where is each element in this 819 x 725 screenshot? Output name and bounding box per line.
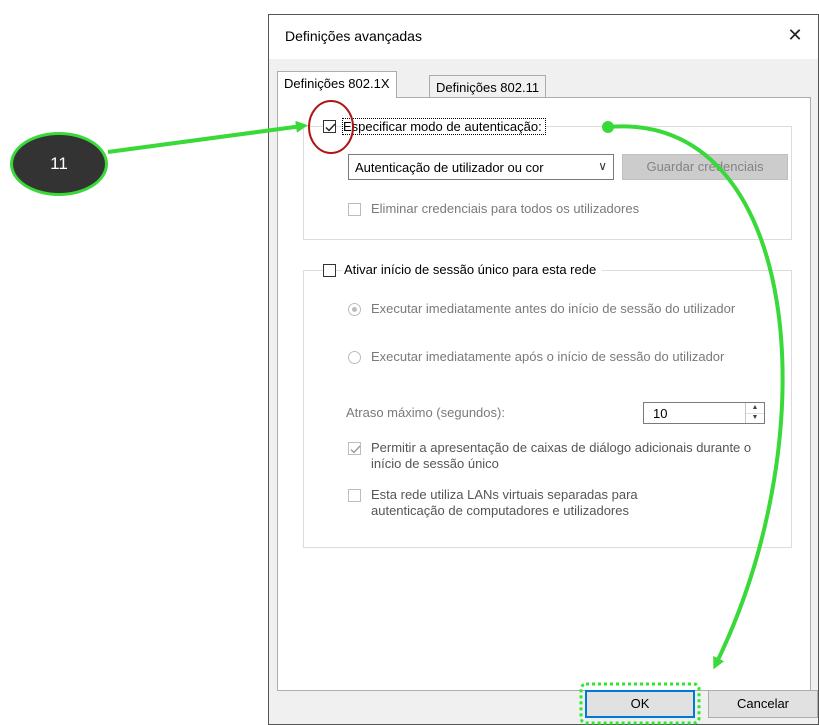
spinner-controls: ▲ ▼ — [745, 403, 764, 423]
specify-auth-mode-label: Especificar modo de autenticação: — [342, 118, 546, 135]
before-logon-label: Executar imediatamente antes do início d… — [371, 301, 736, 316]
auth-mode-select[interactable]: Autenticação de utilizador ou cor ∨ — [348, 154, 614, 180]
tab-802-11[interactable]: Definições 802.11 — [429, 75, 547, 99]
delete-credentials-checkbox[interactable] — [348, 203, 361, 216]
checkmark-icon — [350, 445, 361, 454]
max-delay-spinner[interactable]: 10 ▲ ▼ — [643, 402, 765, 424]
cancel-button[interactable]: Cancelar — [708, 690, 818, 718]
specify-auth-mode-checkbox[interactable] — [323, 120, 336, 133]
max-delay-value: 10 — [653, 406, 668, 421]
enable-sso-checkbox[interactable] — [323, 264, 336, 277]
tab-label: Definições 802.11 — [436, 80, 540, 95]
chevron-down-icon: ∨ — [598, 159, 607, 173]
delete-credentials-label: Eliminar credenciais para todos os utili… — [371, 201, 640, 216]
separate-vlans-checkbox[interactable] — [348, 489, 361, 502]
max-delay-label: Atraso máximo (segundos): — [346, 405, 505, 420]
separate-vlans-label: Esta rede utiliza LANs virtuais separada… — [371, 487, 638, 518]
enable-sso-label: Ativar início de sessão único para esta … — [342, 262, 603, 277]
close-icon: ✕ — [787, 24, 803, 45]
tab-802-1x[interactable]: Definições 802.1X — [277, 71, 397, 98]
tab-label: Definições 802.1X — [284, 76, 390, 91]
after-logon-label: Executar imediatamente após o início de … — [371, 349, 725, 364]
before-logon-radio[interactable] — [348, 303, 361, 316]
allow-dialogs-label: Permitir a apresentação de caixas de diá… — [371, 440, 752, 471]
auth-mode-group — [303, 126, 792, 240]
spin-down-icon[interactable]: ▼ — [746, 413, 764, 423]
window-title: Definições avançadas — [285, 28, 422, 44]
save-credentials-button[interactable]: Guardar credenciais — [622, 154, 788, 180]
close-button[interactable]: ✕ — [772, 15, 818, 55]
ok-button[interactable]: OK — [585, 690, 695, 718]
radio-dot — [352, 307, 357, 312]
step-number: 11 — [50, 154, 68, 173]
auth-mode-value: Autenticação de utilizador ou cor — [355, 160, 544, 175]
checkmark-icon — [325, 123, 336, 132]
after-logon-radio[interactable] — [348, 351, 361, 364]
title-bar: Definições avançadas ✕ — [269, 15, 818, 59]
allow-dialogs-checkbox[interactable] — [348, 442, 361, 455]
step-number-badge: 11 — [10, 132, 108, 196]
